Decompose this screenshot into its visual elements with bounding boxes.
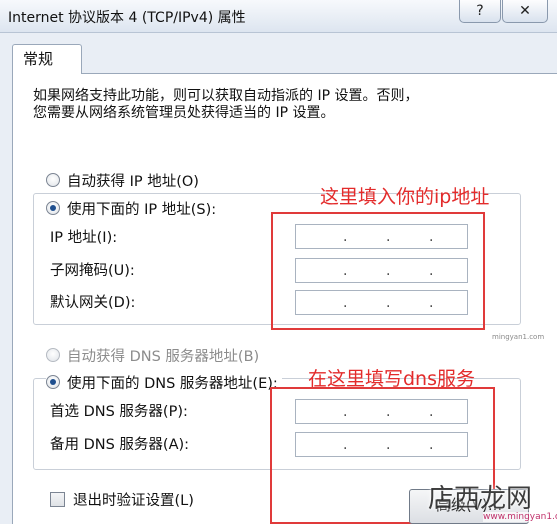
watermark-url: www.mingyan1.com [483,512,557,522]
auto-dns-radio[interactable] [46,348,60,362]
auto-dns-option[interactable]: 自动获得 DNS 服务器地址(B) [46,345,259,365]
description-text: 如果网络支持此功能，则可以获取自动指派的 IP 设置。否则， 您需要从网络系统管… [33,88,523,122]
manual-ip-label: 使用下面的 IP 地址(S): [67,201,217,218]
close-button[interactable]: ✕ [502,0,548,23]
description-line-1: 如果网络支持此功能，则可以获取自动指派的 IP 设置。否则， [33,88,419,104]
ip-annotation-text: 这里填入你的ip地址 [320,186,490,208]
title-bar: Internet 协议版本 4 (TCP/IPv4) 属性 ? ✕ [0,0,557,33]
manual-dns-option[interactable]: 使用下面的 DNS 服务器地址(E): [46,372,282,392]
default-gateway-label: 默认网关(D): [50,295,136,311]
auto-ip-option[interactable]: 自动获得 IP 地址(O) [46,170,199,190]
window-title: Internet 协议版本 4 (TCP/IPv4) 属性 [8,10,246,26]
preferred-dns-label: 首选 DNS 服务器(P): [50,404,188,420]
manual-ip-radio[interactable] [46,201,60,215]
watermark-strip: mingyan1.com [492,333,545,341]
description-line-2: 您需要从网络系统管理员处获得适当的 IP 设置。 [33,105,335,121]
watermark-logo-text: 店西龙网 [428,484,533,514]
manual-ip-option[interactable]: 使用下面的 IP 地址(S): [46,198,221,218]
tab-bar: 常规 [12,44,546,74]
tab-general[interactable]: 常规 [12,44,82,74]
help-button[interactable]: ? [459,0,501,23]
alternate-dns-label: 备用 DNS 服务器(A): [50,437,190,453]
site-watermark: 店西龙网 www.mingyan1.com [425,478,557,524]
dns-annotation-text: 在这里填写dns服务 [308,368,476,390]
validate-on-exit-checkbox[interactable] [50,491,65,507]
subnet-mask-label: 子网掩码(U): [50,263,135,279]
manual-dns-radio[interactable] [46,375,60,389]
auto-dns-label: 自动获得 DNS 服务器地址(B) [67,348,260,365]
auto-ip-radio[interactable] [46,173,60,187]
validate-on-exit-label: 退出时验证设置(L) [73,492,194,509]
auto-ip-label: 自动获得 IP 地址(O) [67,173,199,190]
ip-address-label: IP 地址(I): [50,230,118,246]
manual-dns-label: 使用下面的 DNS 服务器地址(E): [67,375,278,392]
validate-on-exit-option[interactable]: 退出时验证设置(L) [50,489,194,509]
ip-annotation-box [271,212,485,330]
